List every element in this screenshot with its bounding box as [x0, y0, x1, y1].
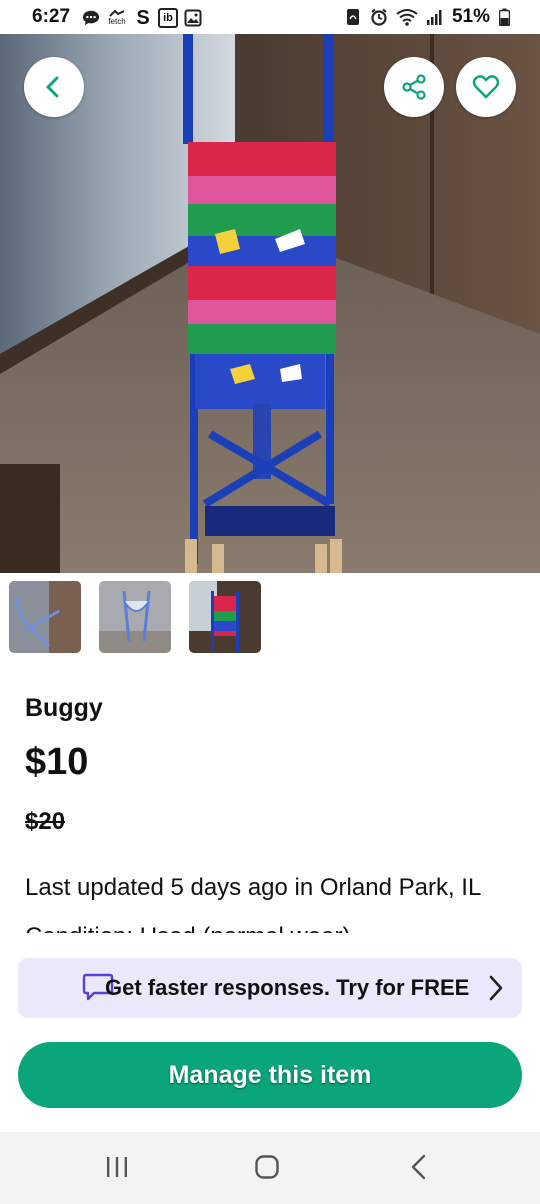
- nfc-icon: [344, 8, 362, 26]
- wifi-icon: [396, 8, 418, 26]
- thumbnail-2[interactable]: [99, 581, 171, 653]
- signal-icon: [426, 8, 444, 26]
- back-nav-icon[interactable]: [407, 1154, 433, 1185]
- system-nav-bar: [0, 1132, 540, 1204]
- share-icon: [402, 74, 426, 100]
- heart-icon: [472, 75, 500, 99]
- home-icon[interactable]: [254, 1154, 280, 1185]
- alarm-icon: [370, 8, 388, 26]
- thumbnail-3[interactable]: [189, 581, 261, 653]
- ib-label: ib: [163, 12, 173, 24]
- promo-text: Get faster responses. Try for FREE: [105, 975, 470, 1000]
- listing-title: Buggy: [25, 694, 103, 722]
- fetch-icon: fetch: [106, 9, 128, 27]
- thumbnail-1[interactable]: [9, 581, 81, 653]
- condition-text: Condition: Used (normal wear): [25, 923, 350, 933]
- ib-icon: ib: [158, 8, 178, 28]
- last-updated-text: Last updated 5 days ago in Orland Park, …: [25, 874, 482, 901]
- status-bar: 6:27 fetch S ib 51%: [0, 0, 540, 34]
- chat-bubble-icon: [82, 9, 100, 27]
- back-button[interactable]: [24, 57, 84, 117]
- original-price: $20: [25, 808, 66, 835]
- stroller-photo: [0, 34, 540, 573]
- condition-clip: Condition: Used (normal wear): [25, 917, 525, 933]
- listing-price: $10: [25, 741, 89, 783]
- recent-apps-icon[interactable]: [104, 1154, 130, 1185]
- share-button[interactable]: [384, 57, 444, 117]
- favorite-button[interactable]: [456, 57, 516, 117]
- chevron-right-icon: [488, 974, 504, 1007]
- thumbnail-strip: [9, 581, 261, 653]
- s-icon: S: [136, 6, 150, 29]
- manage-item-button[interactable]: Manage this item: [18, 1042, 522, 1108]
- battery-icon: [498, 8, 510, 26]
- fetch-label: fetch: [108, 17, 126, 26]
- battery-percent: 51%: [451, 6, 490, 27]
- status-time: 6:27: [32, 6, 71, 27]
- product-photo[interactable]: [0, 34, 540, 573]
- chevron-left-icon: [46, 76, 59, 98]
- image-icon: [184, 9, 202, 27]
- promo-banner[interactable]: Get faster responses. Try for FREE: [18, 958, 522, 1018]
